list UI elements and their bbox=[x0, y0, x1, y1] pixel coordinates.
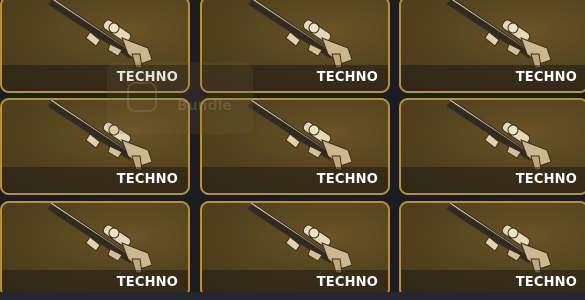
sniper-rifle-icon bbox=[247, 100, 353, 171]
item-label: TECHNO bbox=[116, 70, 178, 85]
item-label: TECHNO bbox=[316, 172, 378, 187]
item-label: TECHNO bbox=[116, 172, 178, 187]
item-card[interactable]: TECHNO bbox=[0, 98, 190, 195]
item-card[interactable]: TECHNO bbox=[200, 201, 390, 298]
item-grid: TECHNO TECHNO TECHNO TECHNO TECHNO TECHN… bbox=[0, 0, 585, 300]
item-card[interactable]: TECHNO bbox=[0, 201, 190, 298]
item-label: TECHNO bbox=[515, 275, 577, 290]
item-label: TECHNO bbox=[316, 70, 378, 85]
item-label: TECHNO bbox=[116, 275, 178, 290]
bottom-bar bbox=[0, 292, 585, 300]
sniper-rifle-icon bbox=[446, 203, 552, 274]
item-label: TECHNO bbox=[515, 172, 577, 187]
item-label: TECHNO bbox=[316, 275, 378, 290]
sniper-rifle-icon bbox=[247, 203, 353, 274]
item-label: TECHNO bbox=[515, 70, 577, 85]
sniper-rifle-icon bbox=[47, 203, 153, 274]
item-card[interactable]: TECHNO bbox=[399, 0, 585, 93]
sniper-rifle-icon bbox=[247, 0, 353, 69]
item-card[interactable]: TECHNO bbox=[200, 98, 390, 195]
sniper-rifle-icon bbox=[47, 100, 153, 171]
sniper-rifle-icon bbox=[446, 0, 552, 69]
sniper-rifle-icon bbox=[47, 0, 153, 69]
item-card[interactable]: TECHNO bbox=[0, 0, 190, 93]
sniper-rifle-icon bbox=[446, 100, 552, 171]
item-card[interactable]: TECHNO bbox=[399, 98, 585, 195]
item-card[interactable]: TECHNO bbox=[399, 201, 585, 298]
item-card[interactable]: TECHNO bbox=[200, 0, 390, 93]
